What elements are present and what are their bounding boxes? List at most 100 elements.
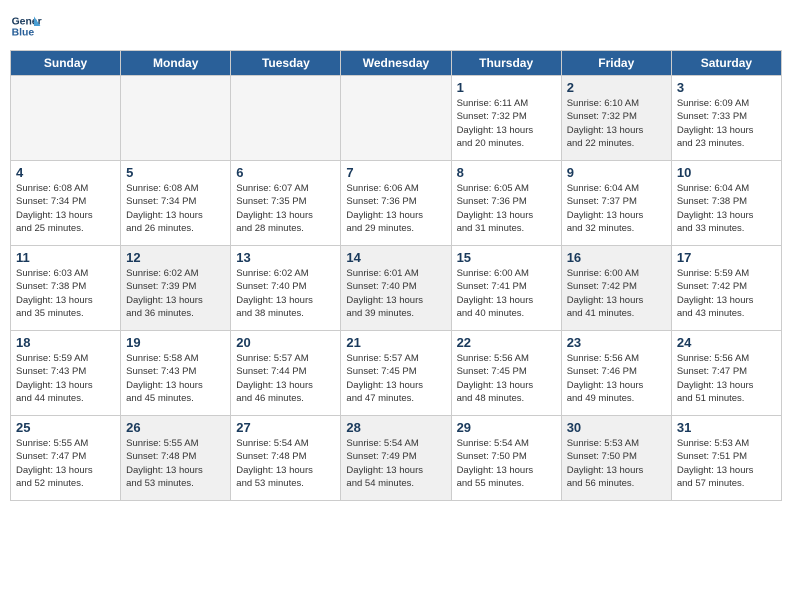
- calendar-cell: 1 Sunrise: 6:11 AM Sunset: 7:32 PM Daylig…: [451, 76, 561, 161]
- day-info: Sunrise: 5:59 AM Sunset: 7:42 PM Dayligh…: [677, 267, 776, 320]
- day-info: Sunrise: 5:57 AM Sunset: 7:44 PM Dayligh…: [236, 352, 335, 405]
- day-info: Sunrise: 6:02 AM Sunset: 7:39 PM Dayligh…: [126, 267, 225, 320]
- day-number: 19: [126, 335, 225, 350]
- calendar-cell: 11 Sunrise: 6:03 AM Sunset: 7:38 PM Dayli…: [11, 246, 121, 331]
- header-friday: Friday: [561, 51, 671, 76]
- day-number: 23: [567, 335, 666, 350]
- day-number: 8: [457, 165, 556, 180]
- calendar-cell: 30 Sunrise: 5:53 AM Sunset: 7:50 PM Dayli…: [561, 416, 671, 501]
- day-number: 10: [677, 165, 776, 180]
- calendar-cell: 24Sunrise: 5:56 AM Sunset: 7:47 PM Dayli…: [671, 331, 781, 416]
- calendar-cell: 28 Sunrise: 5:54 AM Sunset: 7:49 PM Dayli…: [341, 416, 451, 501]
- calendar-cell: 20Sunrise: 5:57 AM Sunset: 7:44 PM Dayli…: [231, 331, 341, 416]
- header-saturday: Saturday: [671, 51, 781, 76]
- week-row-1: 4 Sunrise: 6:08 AM Sunset: 7:34 PM Daylig…: [11, 161, 782, 246]
- header-tuesday: Tuesday: [231, 51, 341, 76]
- day-info: Sunrise: 5:54 AM Sunset: 7:49 PM Dayligh…: [346, 437, 445, 490]
- day-info: Sunrise: 5:55 AM Sunset: 7:48 PM Dayligh…: [126, 437, 225, 490]
- calendar-cell: 27 Sunrise: 5:54 AM Sunset: 7:48 PM Dayli…: [231, 416, 341, 501]
- day-info: Sunrise: 6:04 AM Sunset: 7:37 PM Dayligh…: [567, 182, 666, 235]
- day-info: Sunrise: 6:10 AM Sunset: 7:32 PM Dayligh…: [567, 97, 666, 150]
- day-number: 28: [346, 420, 445, 435]
- calendar-header-row: SundayMondayTuesdayWednesdayThursdayFrid…: [11, 51, 782, 76]
- day-info: Sunrise: 6:06 AM Sunset: 7:36 PM Dayligh…: [346, 182, 445, 235]
- calendar-cell: 16 Sunrise: 6:00 AM Sunset: 7:42 PM Dayli…: [561, 246, 671, 331]
- day-info: Sunrise: 6:08 AM Sunset: 7:34 PM Dayligh…: [16, 182, 115, 235]
- day-info: Sunrise: 6:11 AM Sunset: 7:32 PM Dayligh…: [457, 97, 556, 150]
- day-number: 7: [346, 165, 445, 180]
- day-number: 11: [16, 250, 115, 265]
- calendar-cell: 12 Sunrise: 6:02 AM Sunset: 7:39 PM Dayli…: [121, 246, 231, 331]
- calendar-cell: 8 Sunrise: 6:05 AM Sunset: 7:36 PM Daylig…: [451, 161, 561, 246]
- day-number: 31: [677, 420, 776, 435]
- day-info: Sunrise: 6:08 AM Sunset: 7:34 PM Dayligh…: [126, 182, 225, 235]
- calendar-cell: 9 Sunrise: 6:04 AM Sunset: 7:37 PM Daylig…: [561, 161, 671, 246]
- day-info: Sunrise: 6:05 AM Sunset: 7:36 PM Dayligh…: [457, 182, 556, 235]
- day-number: 18: [16, 335, 115, 350]
- day-info: Sunrise: 6:03 AM Sunset: 7:38 PM Dayligh…: [16, 267, 115, 320]
- header-sunday: Sunday: [11, 51, 121, 76]
- day-number: 1: [457, 80, 556, 95]
- day-info: Sunrise: 5:54 AM Sunset: 7:50 PM Dayligh…: [457, 437, 556, 490]
- calendar-cell: 3 Sunrise: 6:09 AM Sunset: 7:33 PM Daylig…: [671, 76, 781, 161]
- day-number: 17: [677, 250, 776, 265]
- header-monday: Monday: [121, 51, 231, 76]
- day-info: Sunrise: 6:01 AM Sunset: 7:40 PM Dayligh…: [346, 267, 445, 320]
- day-info: Sunrise: 5:56 AM Sunset: 7:47 PM Dayligh…: [677, 352, 776, 405]
- day-info: Sunrise: 5:54 AM Sunset: 7:48 PM Dayligh…: [236, 437, 335, 490]
- calendar-cell: 2Sunrise: 6:10 AM Sunset: 7:32 PM Daylig…: [561, 76, 671, 161]
- day-number: 25: [16, 420, 115, 435]
- day-info: Sunrise: 6:00 AM Sunset: 7:41 PM Dayligh…: [457, 267, 556, 320]
- day-number: 3: [677, 80, 776, 95]
- calendar-cell: 6 Sunrise: 6:07 AM Sunset: 7:35 PM Daylig…: [231, 161, 341, 246]
- svg-text:Blue: Blue: [12, 28, 35, 39]
- day-info: Sunrise: 6:09 AM Sunset: 7:33 PM Dayligh…: [677, 97, 776, 150]
- day-number: 15: [457, 250, 556, 265]
- calendar-cell: [11, 76, 121, 161]
- day-number: 16: [567, 250, 666, 265]
- calendar-cell: 4 Sunrise: 6:08 AM Sunset: 7:34 PM Daylig…: [11, 161, 121, 246]
- day-number: 6: [236, 165, 335, 180]
- page-header: General Blue: [10, 10, 782, 42]
- calendar-cell: 22 Sunrise: 5:56 AM Sunset: 7:45 PM Dayli…: [451, 331, 561, 416]
- day-info: Sunrise: 6:04 AM Sunset: 7:38 PM Dayligh…: [677, 182, 776, 235]
- day-info: Sunrise: 5:57 AM Sunset: 7:45 PM Dayligh…: [346, 352, 445, 405]
- day-info: Sunrise: 5:53 AM Sunset: 7:50 PM Dayligh…: [567, 437, 666, 490]
- header-thursday: Thursday: [451, 51, 561, 76]
- day-number: 30: [567, 420, 666, 435]
- calendar-cell: 25 Sunrise: 5:55 AM Sunset: 7:47 PM Dayli…: [11, 416, 121, 501]
- calendar-cell: [121, 76, 231, 161]
- week-row-3: 18Sunrise: 5:59 AM Sunset: 7:43 PM Dayli…: [11, 331, 782, 416]
- day-number: 5: [126, 165, 225, 180]
- day-info: Sunrise: 5:53 AM Sunset: 7:51 PM Dayligh…: [677, 437, 776, 490]
- calendar-table: SundayMondayTuesdayWednesdayThursdayFrid…: [10, 50, 782, 501]
- day-number: 9: [567, 165, 666, 180]
- calendar-cell: [231, 76, 341, 161]
- day-number: 27: [236, 420, 335, 435]
- day-info: Sunrise: 5:55 AM Sunset: 7:47 PM Dayligh…: [16, 437, 115, 490]
- calendar-cell: 10 Sunrise: 6:04 AM Sunset: 7:38 PM Dayli…: [671, 161, 781, 246]
- day-info: Sunrise: 5:58 AM Sunset: 7:43 PM Dayligh…: [126, 352, 225, 405]
- day-info: Sunrise: 6:07 AM Sunset: 7:35 PM Dayligh…: [236, 182, 335, 235]
- day-number: 14: [346, 250, 445, 265]
- day-info: Sunrise: 5:56 AM Sunset: 7:46 PM Dayligh…: [567, 352, 666, 405]
- day-info: Sunrise: 6:00 AM Sunset: 7:42 PM Dayligh…: [567, 267, 666, 320]
- header-wednesday: Wednesday: [341, 51, 451, 76]
- day-number: 21: [346, 335, 445, 350]
- day-info: Sunrise: 6:02 AM Sunset: 7:40 PM Dayligh…: [236, 267, 335, 320]
- day-info: Sunrise: 5:56 AM Sunset: 7:45 PM Dayligh…: [457, 352, 556, 405]
- calendar-cell: 14 Sunrise: 6:01 AM Sunset: 7:40 PM Dayli…: [341, 246, 451, 331]
- day-number: 4: [16, 165, 115, 180]
- day-number: 12: [126, 250, 225, 265]
- day-number: 26: [126, 420, 225, 435]
- day-number: 29: [457, 420, 556, 435]
- day-number: 22: [457, 335, 556, 350]
- week-row-0: 1 Sunrise: 6:11 AM Sunset: 7:32 PM Daylig…: [11, 76, 782, 161]
- logo: General Blue: [10, 10, 42, 42]
- calendar-cell: 17 Sunrise: 5:59 AM Sunset: 7:42 PM Dayli…: [671, 246, 781, 331]
- calendar-cell: 19 Sunrise: 5:58 AM Sunset: 7:43 PM Dayli…: [121, 331, 231, 416]
- day-number: 13: [236, 250, 335, 265]
- logo-icon: General Blue: [10, 10, 42, 42]
- calendar-cell: 23 Sunrise: 5:56 AM Sunset: 7:46 PM Dayli…: [561, 331, 671, 416]
- calendar-cell: [341, 76, 451, 161]
